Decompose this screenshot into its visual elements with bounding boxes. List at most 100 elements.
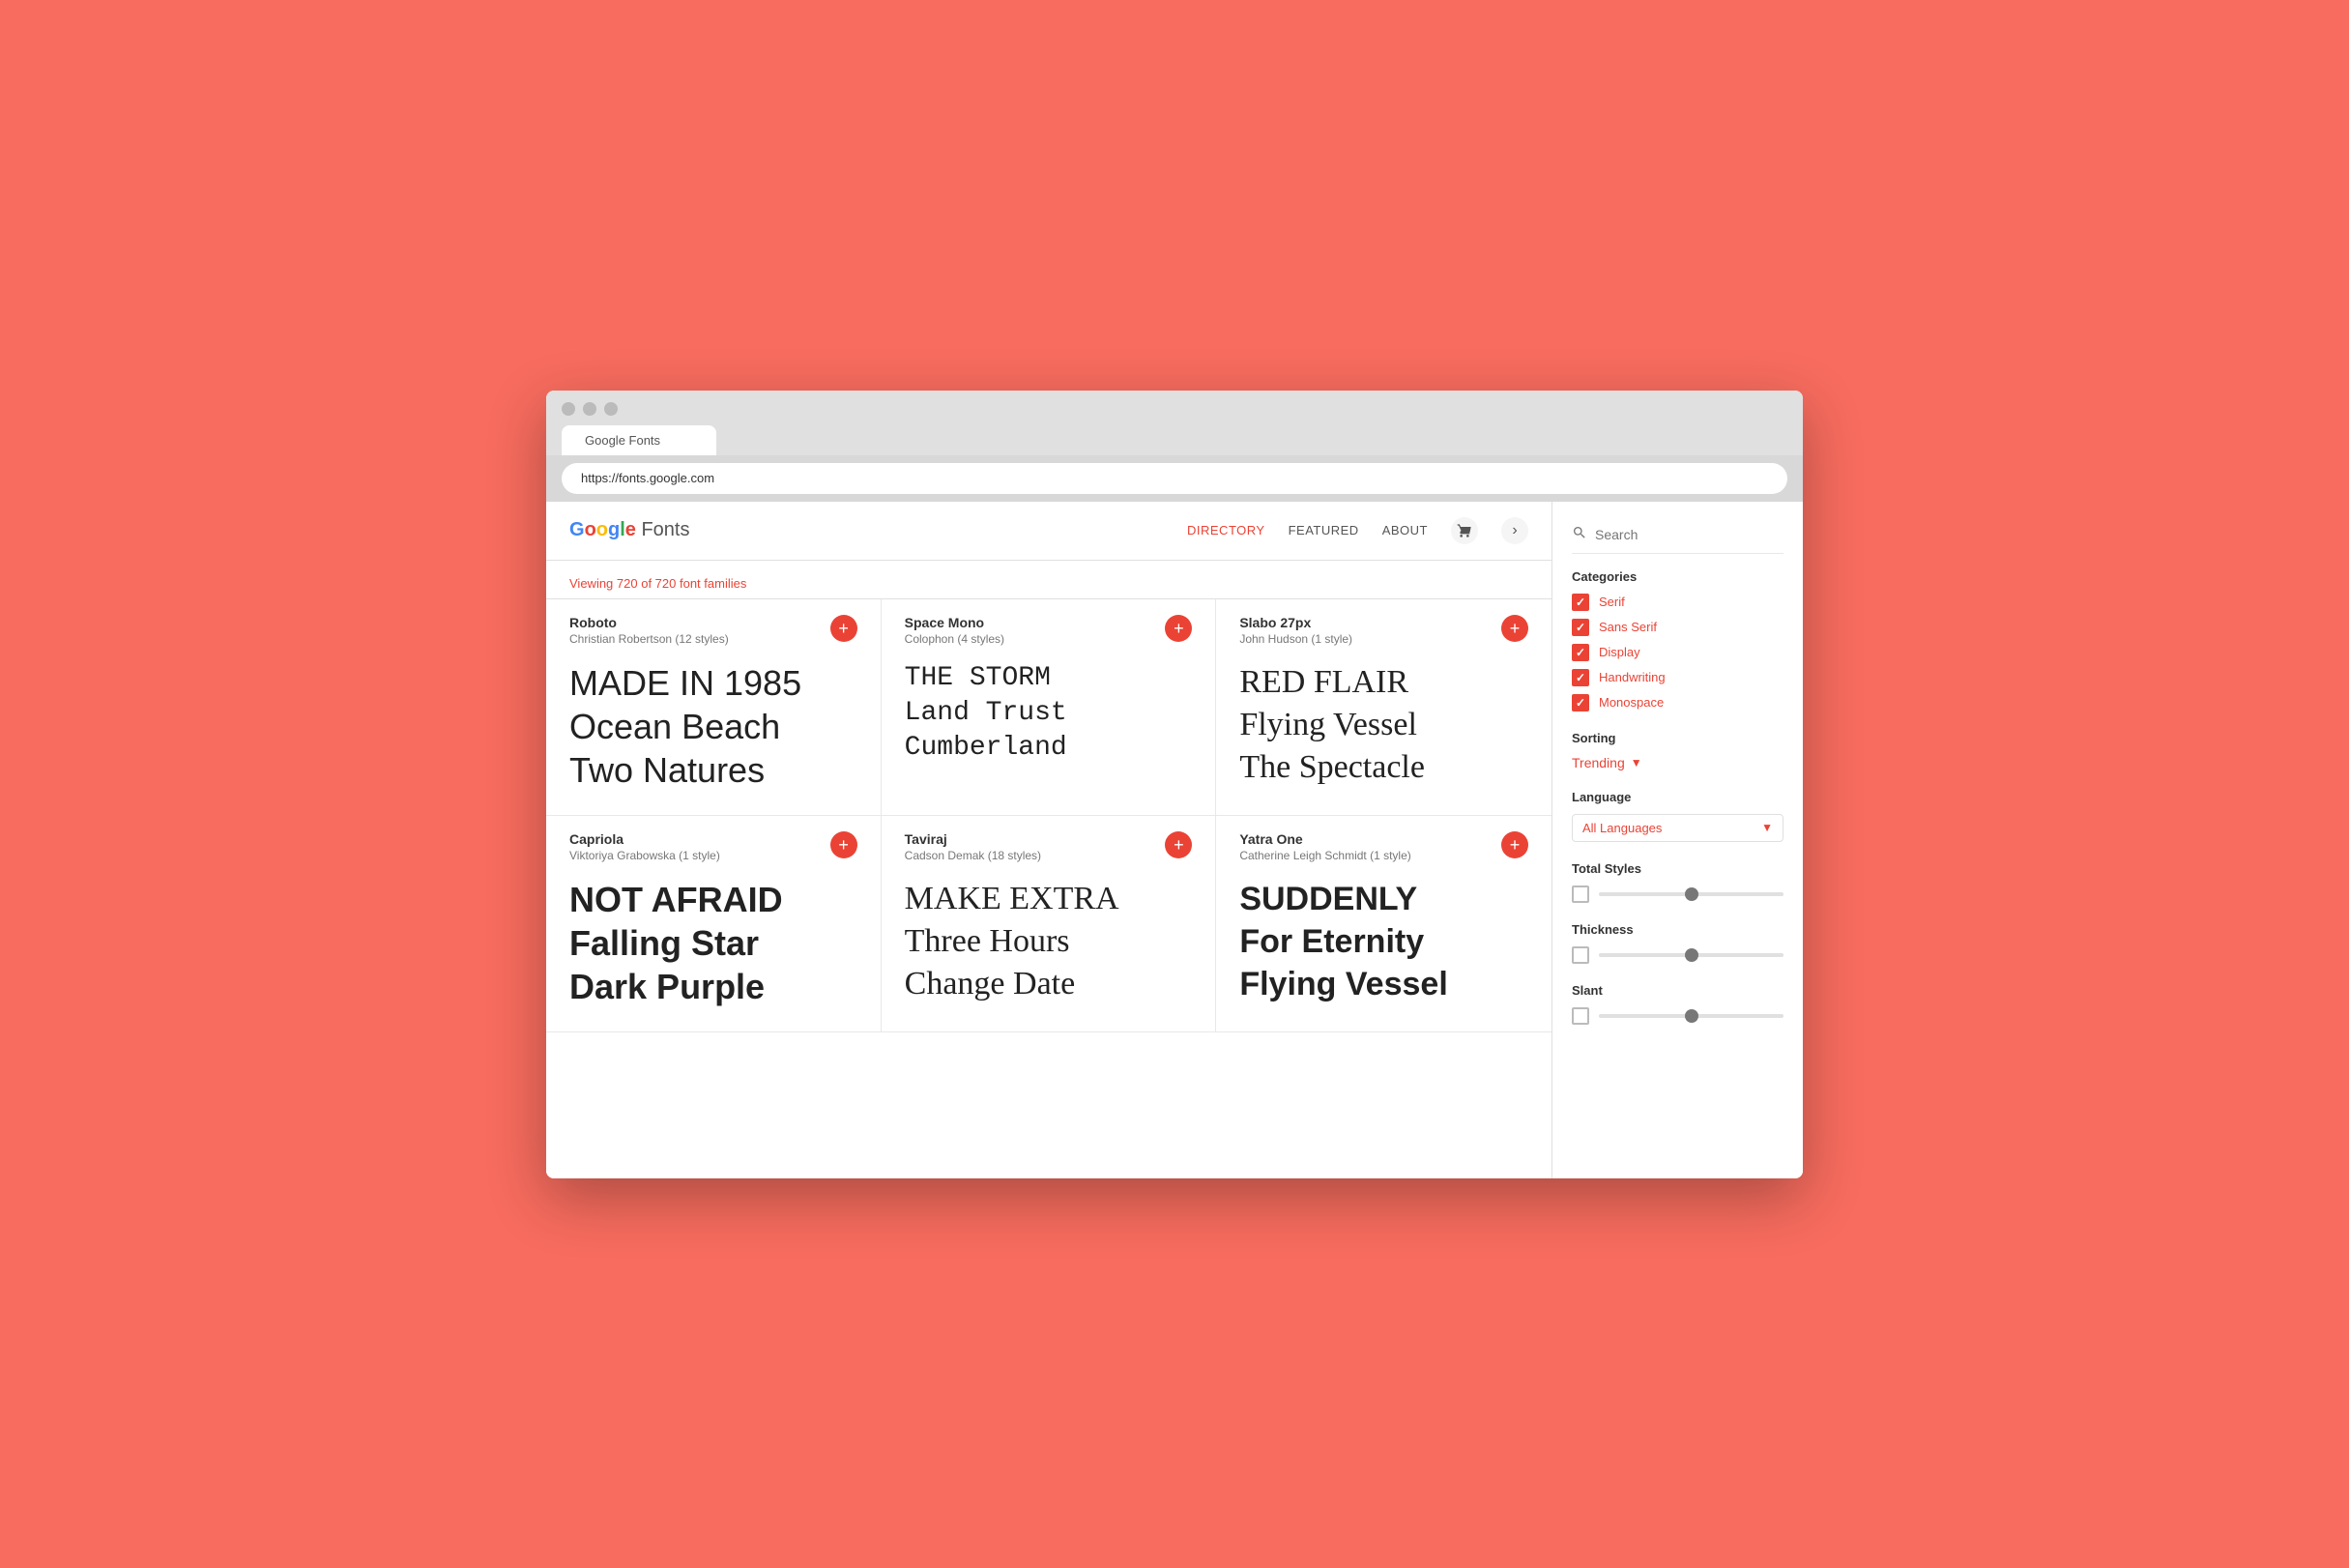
font-author: John Hudson (1 style) bbox=[1239, 632, 1352, 646]
font-card-header: Taviraj Cadson Demak (18 styles) + bbox=[905, 831, 1193, 862]
sorting-section: Sorting Trending ▼ bbox=[1572, 731, 1784, 770]
checkbox-display[interactable] bbox=[1572, 644, 1589, 661]
browser-dots bbox=[562, 402, 1787, 416]
chevron-right-icon[interactable]: › bbox=[1501, 517, 1528, 544]
nav-about[interactable]: ABOUT bbox=[1382, 523, 1428, 537]
sorting-title: Sorting bbox=[1572, 731, 1784, 745]
add-font-button[interactable]: + bbox=[1165, 831, 1192, 858]
total-styles-thumb bbox=[1685, 887, 1698, 901]
browser-tab[interactable]: Google Fonts bbox=[562, 425, 716, 455]
font-author: Christian Robertson (12 styles) bbox=[569, 632, 729, 646]
font-name: Slabo 27px bbox=[1239, 615, 1352, 630]
font-card-header: Space Mono Colophon (4 styles) + bbox=[905, 615, 1193, 646]
search-input[interactable] bbox=[1595, 527, 1784, 542]
category-sans-serif[interactable]: Sans Serif bbox=[1572, 619, 1784, 636]
sorting-dropdown[interactable]: Trending ▼ bbox=[1572, 755, 1784, 770]
site-header: Google Fonts DIRECTORY FEATURED ABOUT › bbox=[546, 502, 1552, 561]
category-label-handwriting: Handwriting bbox=[1599, 670, 1666, 684]
font-author: Colophon (4 styles) bbox=[905, 632, 1004, 646]
font-card-spacemono: Space Mono Colophon (4 styles) + THE STO… bbox=[882, 599, 1217, 816]
language-section: Language All Languages ▼ bbox=[1572, 790, 1784, 842]
sidebar: Categories Serif Sans Serif Display Hand… bbox=[1552, 502, 1803, 1178]
checkbox-serif[interactable] bbox=[1572, 594, 1589, 611]
thickness-slider[interactable] bbox=[1599, 953, 1784, 957]
font-card-slabo: Slabo 27px John Hudson (1 style) + RED F… bbox=[1216, 599, 1552, 816]
sorting-dropdown-arrow: ▼ bbox=[1631, 756, 1642, 769]
font-preview: MADE IN 1985Ocean BeachTwo Natures bbox=[569, 661, 857, 792]
viewing-count: 720 bbox=[617, 576, 638, 591]
sidebar-search-area bbox=[1572, 517, 1784, 554]
search-icon bbox=[1572, 525, 1587, 545]
viewing-label-after: of 720 font families bbox=[638, 576, 747, 591]
thickness-slider-row bbox=[1572, 946, 1784, 964]
total-styles-checkbox[interactable] bbox=[1572, 886, 1589, 903]
font-grid: Roboto Christian Robertson (12 styles) +… bbox=[546, 599, 1552, 1032]
thickness-section: Thickness bbox=[1572, 922, 1784, 964]
category-label-serif: Serif bbox=[1599, 595, 1625, 609]
add-font-button[interactable]: + bbox=[1501, 831, 1528, 858]
language-dropdown-arrow: ▼ bbox=[1761, 821, 1773, 834]
font-card-roboto: Roboto Christian Robertson (12 styles) +… bbox=[546, 599, 882, 816]
checkbox-sans-serif[interactable] bbox=[1572, 619, 1589, 636]
font-name: Space Mono bbox=[905, 615, 1004, 630]
category-label-monospace: Monospace bbox=[1599, 695, 1664, 710]
add-font-button[interactable]: + bbox=[830, 615, 857, 642]
category-label-sans-serif: Sans Serif bbox=[1599, 620, 1657, 634]
font-name: Capriola bbox=[569, 831, 720, 847]
address-bar-input[interactable] bbox=[562, 463, 1787, 494]
total-styles-title: Total Styles bbox=[1572, 861, 1784, 876]
font-name: Roboto bbox=[569, 615, 729, 630]
language-title: Language bbox=[1572, 790, 1784, 804]
browser-chrome: Google Fonts bbox=[546, 391, 1803, 455]
dot-green bbox=[604, 402, 618, 416]
font-name: Taviraj bbox=[905, 831, 1041, 847]
font-card-capriola: Capriola Viktoriya Grabowska (1 style) +… bbox=[546, 816, 882, 1032]
category-handwriting[interactable]: Handwriting bbox=[1572, 669, 1784, 686]
cart-icon[interactable] bbox=[1451, 517, 1478, 544]
browser-tab-bar: Google Fonts bbox=[562, 425, 1787, 455]
total-styles-slider-row bbox=[1572, 886, 1784, 903]
slant-thumb bbox=[1685, 1009, 1698, 1023]
categories-title: Categories bbox=[1572, 569, 1784, 584]
nav-featured[interactable]: FEATURED bbox=[1289, 523, 1359, 537]
nav-directory[interactable]: DIRECTORY bbox=[1187, 523, 1265, 537]
slant-slider[interactable] bbox=[1599, 1014, 1784, 1018]
add-font-button[interactable]: + bbox=[830, 831, 857, 858]
add-font-button[interactable]: + bbox=[1165, 615, 1192, 642]
viewing-label-before: Viewing bbox=[569, 576, 617, 591]
main-content: Google Fonts DIRECTORY FEATURED ABOUT › … bbox=[546, 502, 1552, 1178]
add-font-button[interactable]: + bbox=[1501, 615, 1528, 642]
font-card-header: Roboto Christian Robertson (12 styles) + bbox=[569, 615, 857, 646]
category-label-display: Display bbox=[1599, 645, 1640, 659]
font-card-header: Slabo 27px John Hudson (1 style) + bbox=[1239, 615, 1528, 646]
font-preview: MAKE EXTRAThree HoursChange Date bbox=[905, 878, 1193, 1006]
font-card-taviraj: Taviraj Cadson Demak (18 styles) + MAKE … bbox=[882, 816, 1217, 1032]
checkbox-monospace[interactable] bbox=[1572, 694, 1589, 711]
slant-slider-row bbox=[1572, 1007, 1784, 1025]
category-display[interactable]: Display bbox=[1572, 644, 1784, 661]
font-preview: RED FLAIRFlying VesselThe Spectacle bbox=[1239, 661, 1528, 790]
checkbox-handwriting[interactable] bbox=[1572, 669, 1589, 686]
category-monospace[interactable]: Monospace bbox=[1572, 694, 1784, 711]
slant-section: Slant bbox=[1572, 983, 1784, 1025]
font-preview: SUDDENLYFor EternityFlying Vessel bbox=[1239, 878, 1528, 1006]
font-card-yatraone: Yatra One Catherine Leigh Schmidt (1 sty… bbox=[1216, 816, 1552, 1032]
sorting-value: Trending bbox=[1572, 755, 1625, 770]
total-styles-slider[interactable] bbox=[1599, 892, 1784, 896]
font-preview: THE STORMLand TrustCumberland bbox=[905, 661, 1193, 767]
dot-yellow bbox=[583, 402, 596, 416]
viewing-count-bar: Viewing 720 of 720 font families bbox=[546, 561, 1552, 599]
language-dropdown[interactable]: All Languages ▼ bbox=[1572, 814, 1784, 842]
thickness-title: Thickness bbox=[1572, 922, 1784, 937]
slant-checkbox[interactable] bbox=[1572, 1007, 1589, 1025]
dot-red bbox=[562, 402, 575, 416]
thickness-checkbox[interactable] bbox=[1572, 946, 1589, 964]
category-serif[interactable]: Serif bbox=[1572, 594, 1784, 611]
site-nav: DIRECTORY FEATURED ABOUT › bbox=[1187, 517, 1528, 544]
font-author: Catherine Leigh Schmidt (1 style) bbox=[1239, 849, 1410, 862]
font-author: Viktoriya Grabowska (1 style) bbox=[569, 849, 720, 862]
font-preview: NOT AFRAIDFalling StarDark Purple bbox=[569, 878, 857, 1008]
website-content: Google Fonts DIRECTORY FEATURED ABOUT › … bbox=[546, 502, 1803, 1178]
font-author: Cadson Demak (18 styles) bbox=[905, 849, 1041, 862]
thickness-thumb bbox=[1685, 948, 1698, 962]
